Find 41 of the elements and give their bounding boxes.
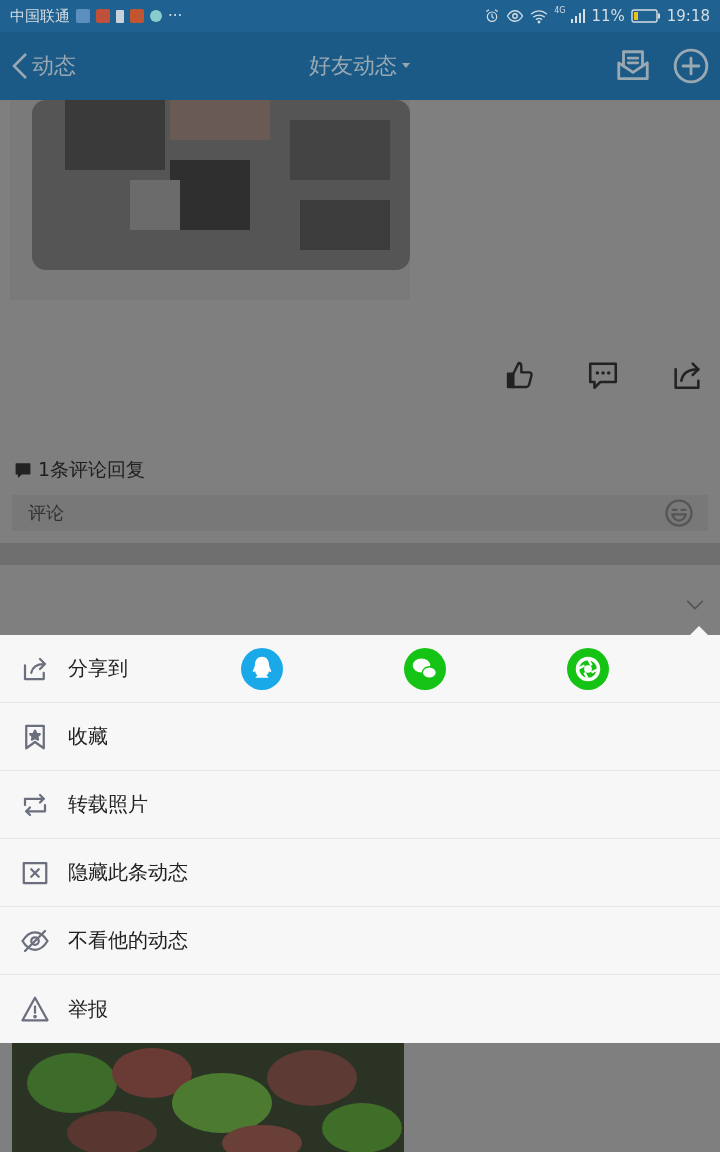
chat-bubbles-icon[interactable] (404, 647, 446, 690)
aperture-icon[interactable] (567, 647, 609, 690)
emoji-icon (664, 498, 694, 528)
comment-count: 1条评论回复 (38, 457, 146, 482)
network-type: 4G (554, 6, 566, 15)
signal-icon (571, 9, 586, 23)
warning-icon (20, 994, 50, 1024)
battery-percent: 11% (591, 7, 625, 25)
menu-item[interactable]: 收藏 (0, 703, 720, 771)
clock-time: 19:18 (666, 7, 710, 25)
wifi-icon (530, 7, 549, 25)
comment-input[interactable]: 评论 (26, 501, 262, 525)
menu-item[interactable]: 转载照片 (0, 771, 720, 839)
app-notification-icon (150, 10, 162, 22)
menu-item-label: 隐藏此条动态 (68, 859, 188, 886)
eye-icon (506, 7, 525, 25)
menu-item[interactable]: 举报 (0, 975, 720, 1043)
menu-item-label: 转载照片 (68, 791, 149, 818)
app-notification-icon (130, 9, 144, 23)
battery-icon (630, 9, 661, 23)
chat-icon (14, 461, 32, 479)
thumbs-up-icon (504, 359, 536, 391)
like-button[interactable] (504, 359, 536, 391)
penguin-icon[interactable] (241, 647, 283, 690)
menu-item[interactable]: 不看他的动态 (0, 907, 720, 975)
app-notification-icon (96, 9, 110, 23)
chevron-left-icon (10, 51, 30, 81)
add-button[interactable] (672, 47, 710, 85)
menu-item[interactable]: 分享到 (0, 635, 720, 703)
battery-notification-icon (116, 9, 124, 23)
menu-item-label: 收藏 (68, 723, 109, 750)
more-notifications: ··· (168, 7, 183, 25)
plus-circle-icon (672, 47, 710, 85)
app-notification-icon (76, 9, 90, 23)
carrier-name: 中国联通 (10, 6, 70, 26)
alarm-icon (484, 8, 501, 24)
menu-item-label: 举报 (68, 995, 109, 1023)
caret-down-icon (401, 63, 411, 69)
menu-item[interactable]: 隐藏此条动态 (0, 839, 720, 907)
menu-item-label: 不看他的动态 (68, 927, 188, 954)
menu-item-label: 分享到 (68, 655, 129, 682)
